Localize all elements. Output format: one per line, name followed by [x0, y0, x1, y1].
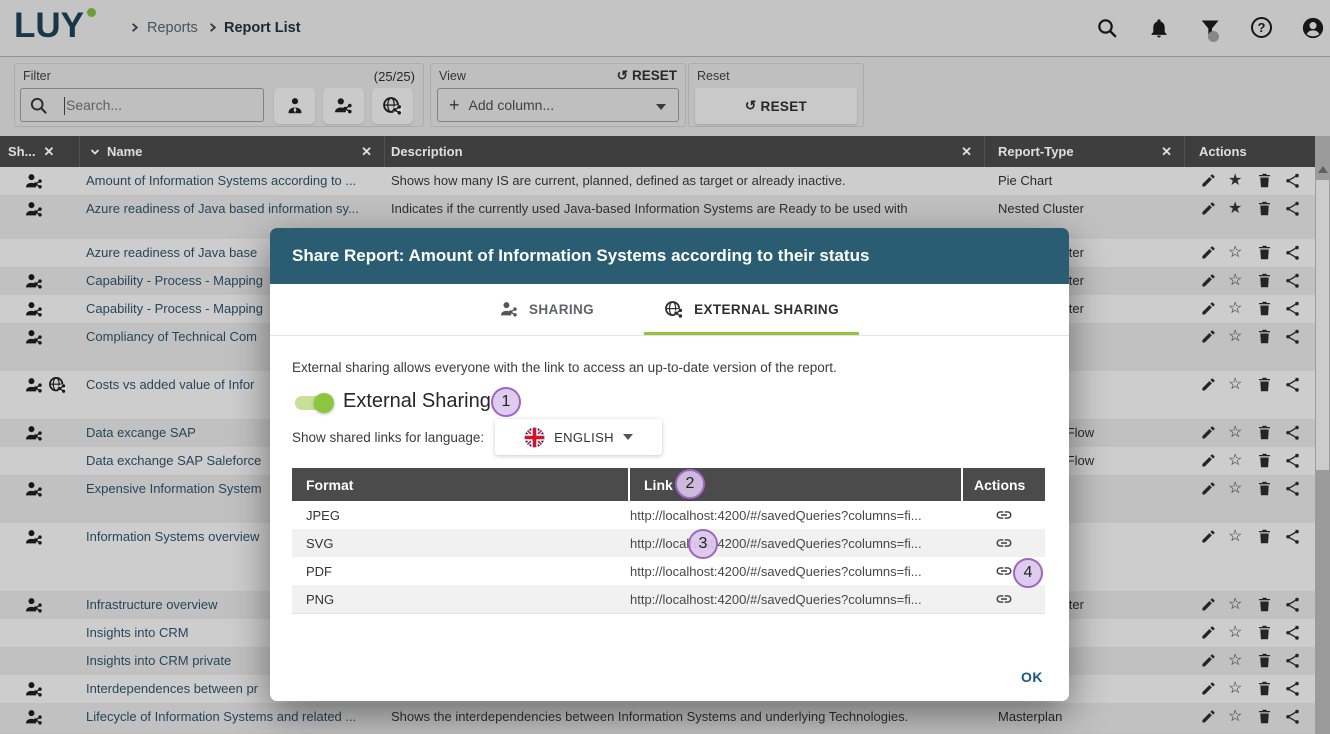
link-actions — [963, 590, 1045, 608]
annotation-4: 4 — [1013, 558, 1043, 588]
share-link-text[interactable]: http://localhost:4200/#/savedQueries?col… — [630, 564, 963, 579]
external-sharing-toggle[interactable] — [295, 396, 331, 410]
person-share-icon — [500, 300, 519, 319]
share-link-text[interactable]: http://localhost:4200/#/savedQueries?col… — [630, 592, 963, 607]
uk-flag-icon — [524, 427, 545, 448]
share-link-row: SVGhttp://localhost:4200/#/savedQueries?… — [292, 529, 1045, 557]
language-select[interactable]: ENGLISH — [495, 419, 662, 455]
dialog-tabs: SHARING EXTERNAL SHARING — [270, 284, 1069, 336]
link-button[interactable] — [995, 506, 1013, 524]
link-button[interactable] — [995, 562, 1013, 580]
ok-button[interactable]: OK — [1021, 669, 1043, 685]
link-icon — [995, 534, 1013, 552]
share-report-dialog: Share Report: Amount of Information Syst… — [270, 228, 1069, 701]
annotation-3: 3 — [688, 529, 718, 559]
share-link-text[interactable]: http://localhost:4200/#/savedQueries?col… — [630, 536, 963, 551]
share-links-table: Format Link Actions JPEGhttp://localhost… — [292, 468, 1045, 614]
link-actions — [963, 534, 1045, 552]
format-cell: SVG — [292, 536, 630, 551]
language-label: Show shared links for language: — [292, 430, 484, 445]
share-link-text[interactable]: http://localhost:4200/#/savedQueries?col… — [630, 508, 963, 523]
external-sharing-heading: External Sharing — [343, 390, 491, 413]
uk-flag-icon — [524, 427, 545, 448]
share-link-row: PDFhttp://localhost:4200/#/savedQueries?… — [292, 557, 1045, 585]
format-cell: PDF — [292, 564, 630, 579]
tab-sharing[interactable]: SHARING — [480, 284, 614, 335]
link-actions — [963, 506, 1045, 524]
tab-external-sharing[interactable]: EXTERNAL SHARING — [644, 284, 859, 335]
format-cell: JPEG — [292, 508, 630, 523]
dialog-title: Share Report: Amount of Information Syst… — [270, 228, 1069, 284]
external-sharing-description: External sharing allows everyone with th… — [292, 360, 1032, 375]
link-button[interactable] — [995, 534, 1013, 552]
chevron-down-icon — [623, 434, 633, 440]
toggle-knob — [314, 393, 334, 413]
link-icon — [995, 590, 1013, 608]
annotation-2: 2 — [675, 469, 705, 499]
share-link-row: JPEGhttp://localhost:4200/#/savedQueries… — [292, 501, 1045, 529]
column-header-actions: Actions — [963, 468, 1045, 501]
link-icon — [995, 562, 1013, 580]
globe-share-icon — [664, 300, 684, 320]
column-header-format: Format — [292, 468, 628, 501]
link-icon — [995, 506, 1013, 524]
share-links-header: Format Link Actions — [292, 468, 1045, 501]
share-link-row: PNGhttp://localhost:4200/#/savedQueries?… — [292, 585, 1045, 613]
format-cell: PNG — [292, 592, 630, 607]
link-button[interactable] — [995, 590, 1013, 608]
annotation-1: 1 — [491, 387, 521, 417]
language-value: ENGLISH — [554, 430, 614, 445]
